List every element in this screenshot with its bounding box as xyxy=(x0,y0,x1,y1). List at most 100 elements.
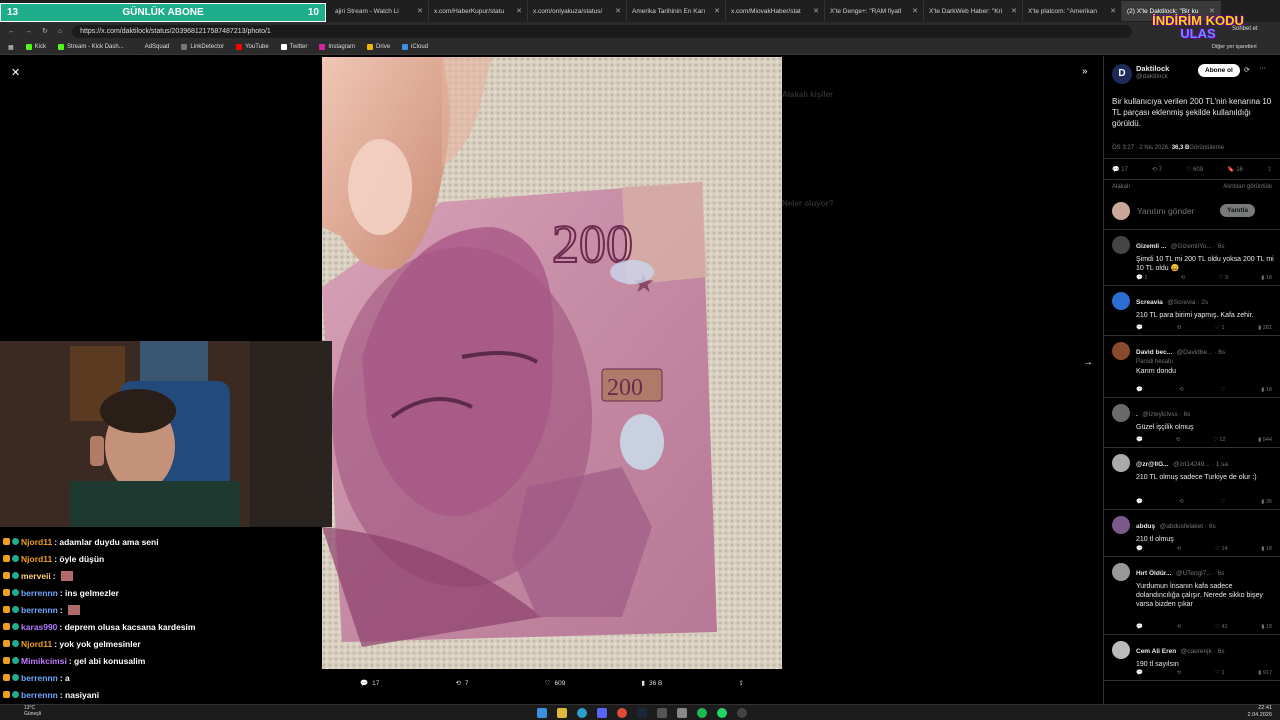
browser-tab[interactable]: x.com/MiovakHaber/stat ✕ xyxy=(726,1,825,21)
stat-likes[interactable]: ♡ 609 xyxy=(1186,166,1203,173)
system-clock[interactable]: 22:41 2.04.2026 xyxy=(1248,705,1272,719)
close-tab-icon[interactable]: ✕ xyxy=(516,7,522,15)
chat-username[interactable]: karas990 xyxy=(21,622,57,632)
stat-bookmarks[interactable]: 🔖 16 xyxy=(1227,166,1243,173)
browser-tab[interactable]: x.com/HaberKupur/statu ✕ xyxy=(429,1,528,21)
view-quotes-link[interactable]: Alıntıları görüntüle xyxy=(1223,184,1272,190)
reply-count[interactable]: 💬 xyxy=(1136,624,1143,630)
close-icon[interactable]: ✕ xyxy=(11,66,20,79)
reply-count[interactable]: 💬 xyxy=(1136,546,1143,552)
author-avatar[interactable]: D xyxy=(1112,64,1132,84)
like-count[interactable]: ♡ 14 xyxy=(1215,546,1228,552)
reply-item[interactable]: . @izleylclvss · 6s Güzel işçilik olmuş 💬 … xyxy=(1104,398,1280,448)
chat-username[interactable]: merveii xyxy=(21,571,51,581)
edge-icon[interactable] xyxy=(577,707,587,718)
bookmark-item[interactable]: Drive xyxy=(367,44,390,50)
repost-count[interactable]: ⟲ xyxy=(1177,546,1182,552)
repost-count[interactable]: ⟲ xyxy=(1177,670,1182,676)
home-icon[interactable]: ⌂ xyxy=(58,28,62,35)
reply-avatar[interactable] xyxy=(1112,641,1130,659)
chevron-right-icon[interactable]: → xyxy=(1083,357,1093,368)
settings-icon[interactable] xyxy=(677,707,687,718)
chat-username[interactable]: Njord11 xyxy=(21,537,52,547)
chat-username[interactable]: Njord11 xyxy=(21,639,52,649)
reload-icon[interactable]: ↻ xyxy=(42,27,48,35)
reply-author[interactable]: . xyxy=(1136,411,1138,418)
reply-author[interactable]: Gizemli ... xyxy=(1136,243,1166,250)
reply-avatar[interactable] xyxy=(1112,236,1130,254)
bookmark-item[interactable]: YouTube xyxy=(236,44,269,50)
reply-item[interactable]: @zr@llG... @zrl14249... · 1 sa 210 TL olm… xyxy=(1104,448,1280,510)
spotify-icon[interactable] xyxy=(697,707,707,718)
repost-count[interactable]: ⟲ xyxy=(1176,437,1181,443)
discord-icon[interactable] xyxy=(597,707,607,718)
reply-author[interactable]: @zr@llG... xyxy=(1136,461,1169,468)
share-icon[interactable]: ⇪ xyxy=(738,679,743,687)
reply-count[interactable]: 💬 xyxy=(1136,437,1143,443)
chat-button[interactable]: Sohbet et xyxy=(1232,26,1258,32)
like-count[interactable]: ♡ 3 xyxy=(1219,275,1229,281)
bookmark-item[interactable]: Stream - Kick Dash... xyxy=(58,44,124,50)
reply-author[interactable]: abduş xyxy=(1136,523,1155,530)
like-count[interactable]: ♡ 1 xyxy=(1215,325,1225,331)
repost-count[interactable]: ⟲ xyxy=(1179,387,1184,393)
bookmark-item[interactable]: Kick xyxy=(25,44,46,50)
more-icon[interactable]: ··· xyxy=(1259,65,1266,72)
reply-button[interactable]: Yanıtla xyxy=(1220,204,1255,217)
file-explorer-icon[interactable] xyxy=(557,707,567,718)
reply-count[interactable]: 💬 xyxy=(1136,499,1143,505)
view-count[interactable]: ▮ 18 xyxy=(1261,275,1272,281)
reply-count[interactable]: 💬 xyxy=(1136,387,1143,393)
stat-reposts[interactable]: ⟲ 7 xyxy=(1152,166,1162,173)
sort-dropdown[interactable]: Alakalı xyxy=(1112,184,1130,190)
reply-avatar[interactable] xyxy=(1112,342,1130,360)
media-reply[interactable]: 💬 17 xyxy=(360,679,379,688)
grok-icon[interactable]: ⟳ xyxy=(1244,66,1250,74)
forward-icon[interactable]: → xyxy=(25,28,32,35)
chat-username[interactable]: berrennn xyxy=(21,605,58,615)
repost-count[interactable]: ⟲ xyxy=(1177,624,1182,630)
expand-icon[interactable]: » xyxy=(1082,66,1088,77)
reply-item[interactable]: Screavia @Screvia · 2s 210 TL para birimi… xyxy=(1104,286,1280,336)
view-count[interactable]: ▮ 917 xyxy=(1258,670,1272,676)
browser-tab[interactable]: X'te Denge+: "RAM fiyatl ✕ xyxy=(825,1,924,21)
back-icon[interactable]: ← xyxy=(8,28,15,35)
url-field[interactable]: https://x.com/daktilock/status/203968121… xyxy=(72,24,1133,38)
share-icon[interactable]: ⇪ xyxy=(1267,166,1272,173)
bookmark-item[interactable]: AdSquad xyxy=(135,44,169,50)
other-bookmarks[interactable]: Diğer yer işaretleri xyxy=(1212,44,1257,50)
chat-username[interactable]: berrennn xyxy=(21,690,58,700)
browser-tab[interactable]: X'te platcom: "Amerikan ✕ xyxy=(1023,1,1122,21)
stat-replies[interactable]: 💬 17 xyxy=(1112,166,1128,173)
start-icon[interactable] xyxy=(537,707,547,718)
reply-author[interactable]: Cem Ali Eren xyxy=(1136,648,1176,655)
chat-username[interactable]: berrennn xyxy=(21,588,58,598)
like-count[interactable]: ♡ xyxy=(1220,387,1225,393)
like-count[interactable]: ♡ 1 xyxy=(1215,670,1225,676)
reply-count[interactable]: 💬 1 xyxy=(1136,275,1147,281)
like-count[interactable]: ♡ xyxy=(1220,499,1225,505)
bookmark-item[interactable]: Twitter xyxy=(280,44,307,50)
media-repost[interactable]: ⟲ 7 xyxy=(455,679,468,688)
close-tab-icon[interactable]: ✕ xyxy=(813,7,819,15)
apps-icon[interactable]: ▦ xyxy=(8,44,14,51)
browser-tab[interactable]: x.com/onlyakuza/status/ ✕ xyxy=(528,1,627,21)
whatsapp-icon[interactable] xyxy=(717,707,727,718)
reply-author[interactable]: David bec... xyxy=(1136,349,1172,356)
bookmark-item[interactable]: iCloud xyxy=(402,44,428,50)
view-count[interactable]: ▮ 18 xyxy=(1261,624,1272,630)
close-tab-icon[interactable]: ✕ xyxy=(1110,7,1116,15)
view-count[interactable]: ▮ 281 xyxy=(1258,325,1272,331)
weather-widget[interactable]: 13°C Güneşli xyxy=(24,705,41,717)
bookmark-item[interactable]: Instagram xyxy=(319,44,355,50)
reply-author[interactable]: Hırt Öldür... xyxy=(1136,570,1171,577)
obs-icon[interactable] xyxy=(737,707,747,718)
reply-avatar[interactable] xyxy=(1112,292,1130,310)
like-count[interactable]: ♡ 12 xyxy=(1213,437,1226,443)
reply-count[interactable]: 💬 xyxy=(1136,325,1143,331)
steam-icon[interactable] xyxy=(637,707,647,718)
repost-count[interactable]: ⟲ xyxy=(1181,275,1186,281)
reply-item[interactable]: Hırt Öldür... @UTengl7... · 6s Yurdumun İ… xyxy=(1104,557,1280,635)
chrome-icon[interactable] xyxy=(617,707,627,718)
chat-username[interactable]: berrennn xyxy=(21,673,58,683)
